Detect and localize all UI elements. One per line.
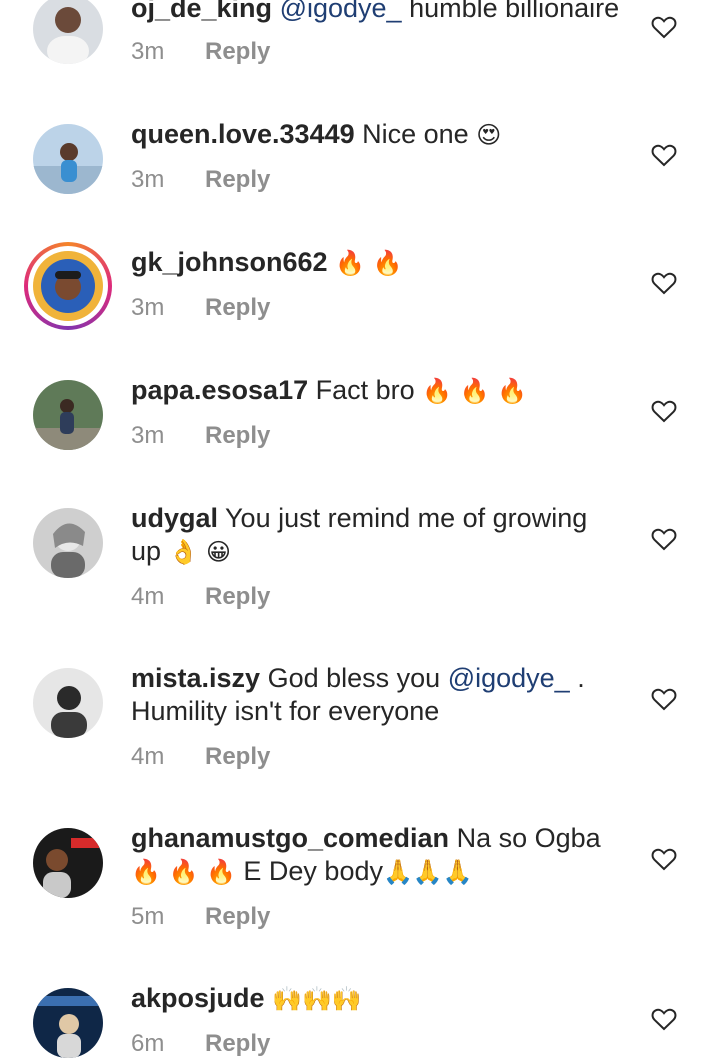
heart-outline-icon[interactable] xyxy=(651,399,677,423)
reply-button[interactable]: Reply xyxy=(205,38,270,65)
reply-button[interactable]: Reply xyxy=(205,743,270,770)
comment-emoji: 🔥 🔥 xyxy=(335,249,403,277)
comment-meta: 4m Reply xyxy=(131,583,270,611)
comment-text: udygal You just remind me of growing up … xyxy=(131,502,621,569)
comment-meta: 3m Reply xyxy=(131,422,270,450)
comment-meta: 3m Reply xyxy=(131,38,270,66)
comment-emoji: 🙏🙏🙏 xyxy=(382,858,473,886)
comment-time: 3m xyxy=(131,38,165,65)
comment-meta: 6m Reply xyxy=(131,1030,270,1058)
comment-text: akposjude 🙌🙌🙌 xyxy=(131,982,621,1016)
reply-button[interactable]: Reply xyxy=(205,294,270,321)
comment-text: queen.love.33449 Nice one 😍 xyxy=(131,118,621,152)
comment-text: papa.esosa17 Fact bro 🔥 🔥 🔥 xyxy=(131,374,621,408)
comment-body xyxy=(265,983,273,1013)
comment-text: oj_de_king @igodye_ humble billionaire xyxy=(131,0,621,25)
heart-outline-icon[interactable] xyxy=(651,271,677,295)
avatar[interactable] xyxy=(33,380,103,450)
comment-text: gk_johnson662 🔥 🔥 xyxy=(131,246,621,280)
comment-body: Nice one xyxy=(354,119,477,149)
avatar[interactable] xyxy=(33,124,103,194)
comment-body: Fact bro xyxy=(308,375,423,405)
comment-body: Na so Ogba xyxy=(449,823,601,853)
comment-mention[interactable]: @igodye_ xyxy=(448,663,570,693)
heart-outline-icon[interactable] xyxy=(651,15,677,39)
heart-outline-icon[interactable] xyxy=(651,143,677,167)
comment-text: mista.iszy God bless you @igodye_ . Humi… xyxy=(131,662,621,728)
comment-username[interactable]: akposjude xyxy=(131,983,265,1013)
comment-meta: 4m Reply xyxy=(131,743,270,771)
comment-username[interactable]: gk_johnson662 xyxy=(131,247,328,277)
comment-body xyxy=(328,247,336,277)
comment-meta: 3m Reply xyxy=(131,294,270,322)
avatar[interactable] xyxy=(33,668,103,738)
reply-button[interactable]: Reply xyxy=(205,1030,270,1057)
comment-body: God bless you xyxy=(260,663,448,693)
comment-username[interactable]: papa.esosa17 xyxy=(131,375,308,405)
reply-button[interactable]: Reply xyxy=(205,422,270,449)
heart-outline-icon[interactable] xyxy=(651,847,677,871)
avatar[interactable] xyxy=(33,0,103,64)
comment-emoji: 😍 xyxy=(476,121,502,149)
comment-username[interactable]: ghanamustgo_comedian xyxy=(131,823,449,853)
comment-emoji: 👌 😀 xyxy=(168,538,232,566)
comment-text: ghanamustgo_comedian Na so Ogba 🔥 🔥 🔥 E … xyxy=(131,822,621,889)
comment-mention[interactable]: @igodye_ xyxy=(280,0,402,23)
reply-button[interactable]: Reply xyxy=(205,583,270,610)
comment-meta: 5m Reply xyxy=(131,903,270,931)
comment-time: 4m xyxy=(131,583,165,610)
comment-time: 5m xyxy=(131,903,165,930)
comment-username[interactable]: queen.love.33449 xyxy=(131,119,355,149)
avatar-story-ring[interactable] xyxy=(24,242,112,330)
comment-time: 3m xyxy=(131,422,165,449)
comment-body-continued: E Dey body xyxy=(235,856,383,886)
comment-time: 6m xyxy=(131,1030,165,1057)
avatar[interactable] xyxy=(33,988,103,1058)
comment-time: 4m xyxy=(131,743,165,770)
comment-emoji: 🔥 🔥 🔥 xyxy=(131,858,236,886)
comment-time: 3m xyxy=(131,166,165,193)
avatar[interactable] xyxy=(33,508,103,578)
comment-emoji: 🔥 🔥 🔥 xyxy=(422,377,528,405)
comment-emoji: 🙌🙌🙌 xyxy=(272,985,362,1013)
comment-time: 3m xyxy=(131,294,165,321)
comment-username[interactable]: udygal xyxy=(131,503,218,533)
reply-button[interactable]: Reply xyxy=(205,166,270,193)
comment-meta: 3m Reply xyxy=(131,166,270,194)
heart-outline-icon[interactable] xyxy=(651,527,677,551)
reply-button[interactable]: Reply xyxy=(205,903,270,930)
comment-username[interactable]: mista.iszy xyxy=(131,663,260,693)
comment-body: humble billionaire xyxy=(401,0,620,23)
avatar xyxy=(28,246,108,326)
comment-username[interactable]: oj_de_king xyxy=(131,0,272,23)
avatar[interactable] xyxy=(33,828,103,898)
heart-outline-icon[interactable] xyxy=(651,1007,677,1031)
heart-outline-icon[interactable] xyxy=(651,687,677,711)
